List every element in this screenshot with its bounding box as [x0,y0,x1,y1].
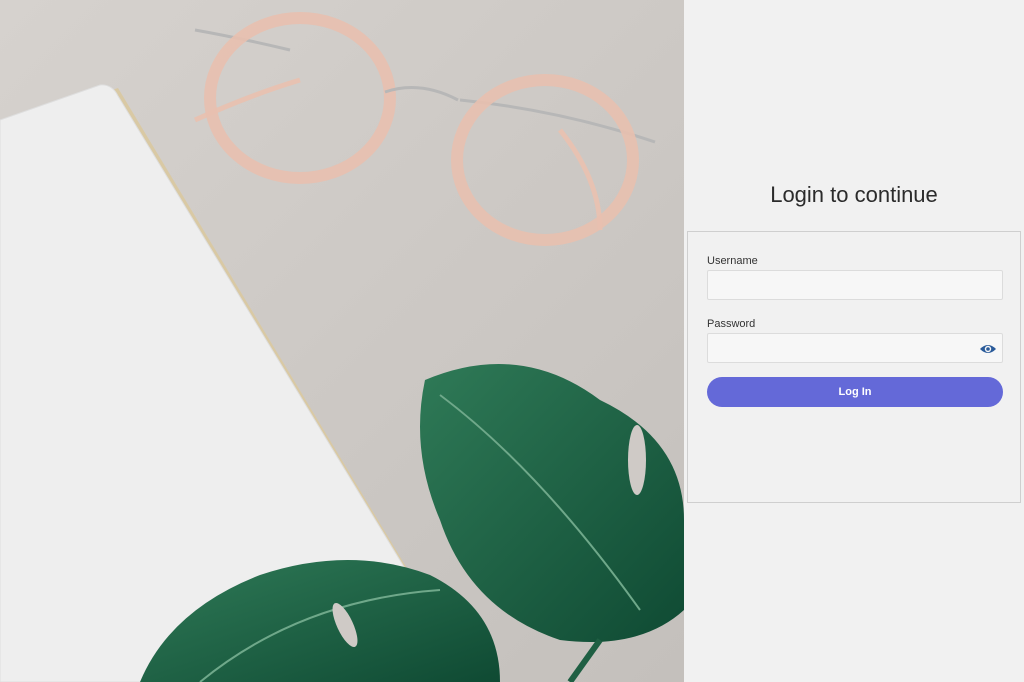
username-input[interactable] [707,270,1003,300]
username-label: Username [707,255,758,267]
login-panel: Login to continue Username Password Log … [684,0,1024,682]
log-in-button[interactable]: Log In [707,377,1003,407]
password-label: Password [707,318,756,330]
password-input[interactable] [707,333,1003,363]
eye-icon[interactable] [979,342,997,356]
login-form: Username Password Log In [687,231,1021,503]
login-title: Login to continue [770,182,938,207]
background-photo [0,0,684,682]
